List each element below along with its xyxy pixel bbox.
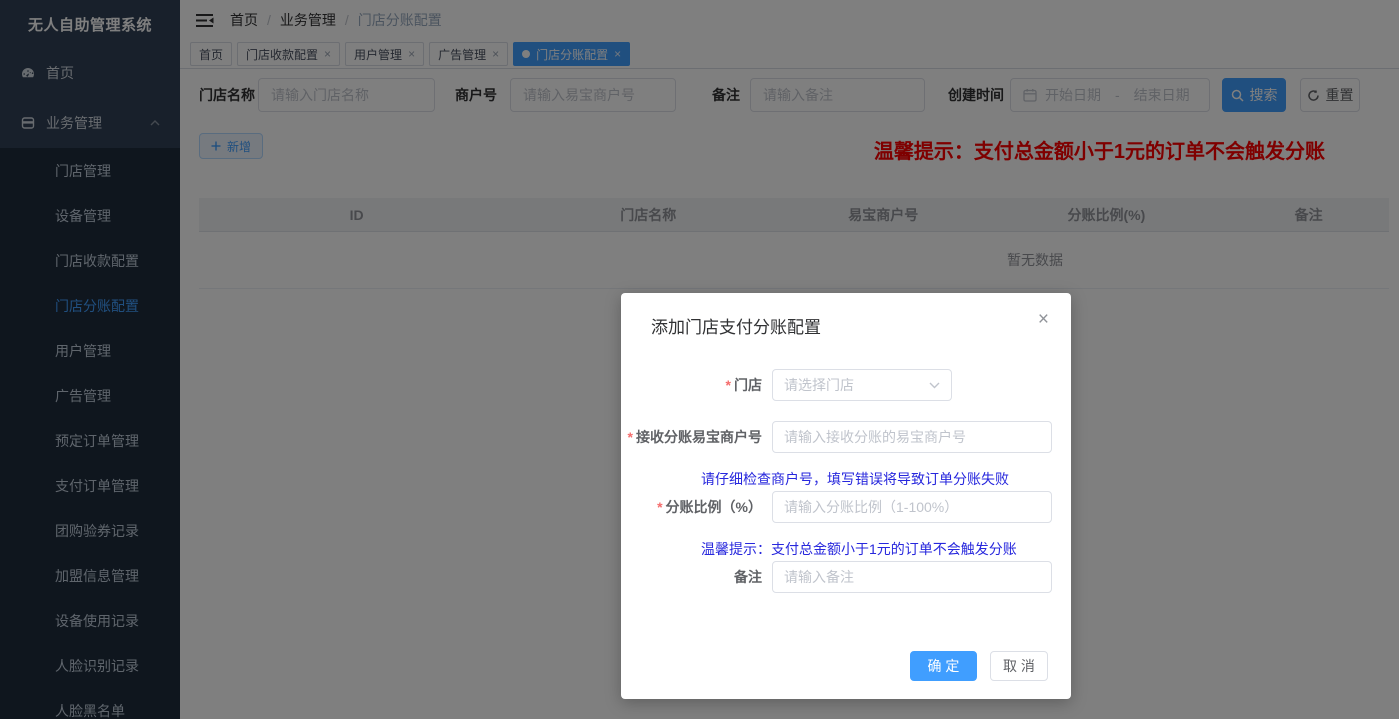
add-split-config-dialog: 添加门店支付分账配置 × *门店 请选择门店 *接收分账易宝商户号 请输入接收分… [621,293,1071,699]
placeholder-text: 请输入接收分账的易宝商户号 [784,427,966,447]
required-mark: * [628,429,633,445]
store-select[interactable]: 请选择门店 [772,369,952,401]
required-mark: * [657,499,662,515]
placeholder-text: 请输入备注 [784,567,854,587]
receive-merchant-input[interactable]: 请输入接收分账的易宝商户号 [772,421,1052,453]
ratio-field-label: *分账比例（%） [621,491,762,523]
min-amount-hint: 温馨提示：支付总金额小于1元的订单不会触发分账 [701,539,1017,559]
dialog-title: 添加门店支付分账配置 [651,313,821,338]
confirm-button[interactable]: 确 定 [910,651,977,681]
remark-field-label: 备注 [621,561,762,593]
chevron-down-icon [929,382,940,389]
field-label-text: 备注 [734,569,762,585]
placeholder-text: 请输入分账比例（1-100%） [784,497,958,517]
close-icon[interactable]: × [1038,309,1049,331]
cancel-button[interactable]: 取 消 [990,651,1048,681]
merchant-field-label: *接收分账易宝商户号 [621,421,762,453]
field-label-text: 门店 [734,377,762,393]
split-ratio-input[interactable]: 请输入分账比例（1-100%） [772,491,1052,523]
field-label-text: 接收分账易宝商户号 [636,429,762,445]
placeholder-text: 请选择门店 [784,375,854,395]
store-field-label: *门店 [621,369,762,401]
field-label-text: 分账比例（%） [666,499,762,515]
required-mark: * [726,377,731,393]
remark-input[interactable]: 请输入备注 [772,561,1052,593]
merchant-check-hint: 请仔细检查商户号，填写错误将导致订单分账失败 [701,469,1009,489]
